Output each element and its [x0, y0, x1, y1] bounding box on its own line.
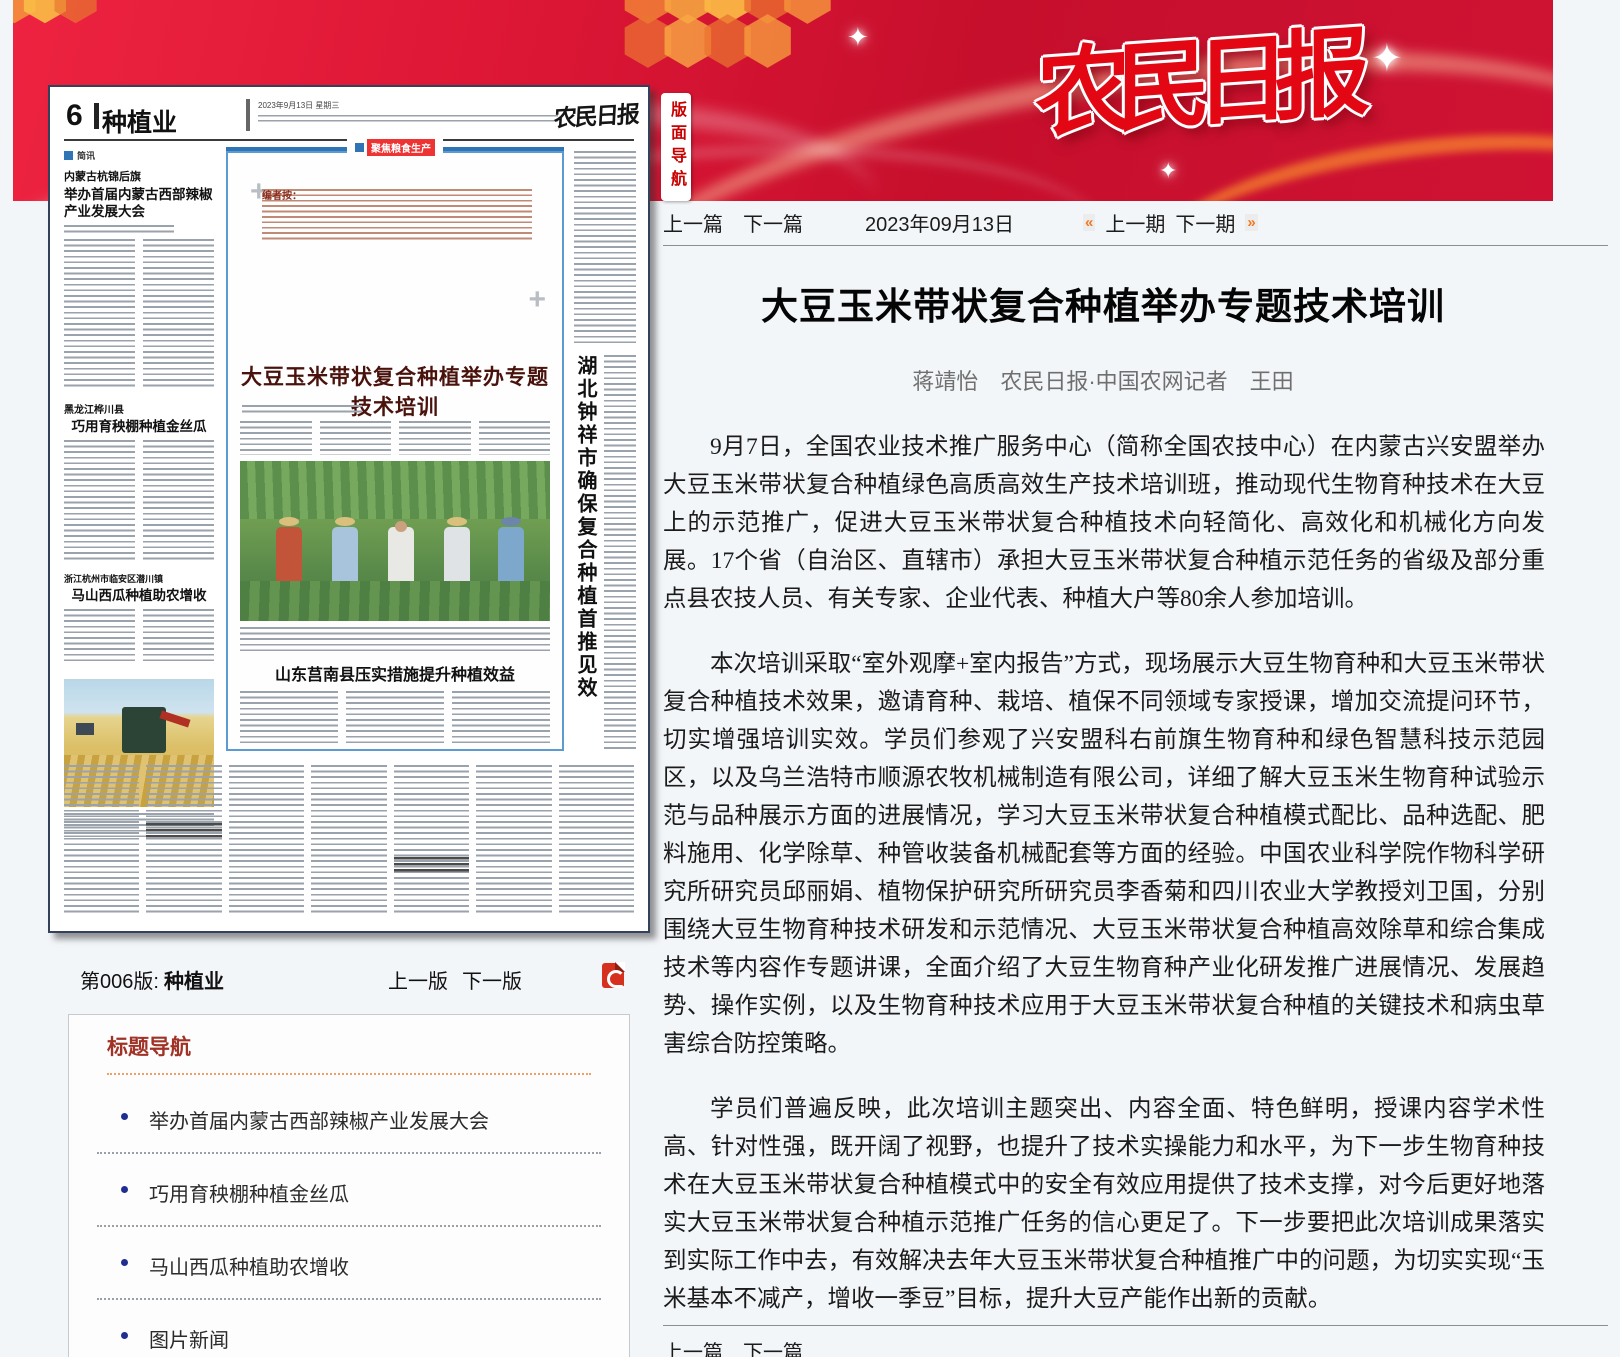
- bullet-icon: [121, 1186, 128, 1193]
- prev-article-link[interactable]: 上一篇: [663, 208, 723, 237]
- thumb-fake-text: [240, 691, 550, 743]
- thumb-article4-title: 山东莒南县压实措施提升种植效益: [238, 661, 552, 685]
- pdf-icon[interactable]: [602, 963, 624, 988]
- article-byline: 蒋靖怡 农民日报·中国农网记者 王田: [663, 364, 1543, 396]
- editor-note-label: 编者按：: [262, 187, 302, 202]
- article-bottom-toolbar: 上一篇 下一篇: [663, 1336, 803, 1357]
- focus-tag: 聚焦粮食生产: [347, 139, 443, 156]
- thumb-article3-location: 浙江杭州市临安区潜川镇: [64, 572, 214, 585]
- thumb-masthead-info-lines: [258, 115, 558, 125]
- nav-item-article-3[interactable]: 马山西瓜种植助农增收: [97, 1227, 601, 1300]
- thumb-bottom-section: [64, 765, 634, 915]
- orange-dotted-divider: [107, 1073, 591, 1075]
- hexagon-decoration: ⬢⬢ ⬢⬢ ⬢ ⬢⬢ ⬢⬢: [628, 0, 1048, 62]
- thumb-article3-title: 马山西瓜种植助农增收: [64, 587, 214, 604]
- thumb-fake-text: [64, 609, 214, 663]
- thumb-focus-section: 聚焦粮食生产 + + 编者按： 大豆玉米带状复合种植举办专题技术培训 山东莒南县…: [226, 151, 564, 751]
- thumb-article1-title: 举办首届内蒙古西部辣椒产业发展大会: [64, 186, 214, 220]
- toolbar-divider: [663, 245, 1608, 246]
- bullet-icon: [121, 1259, 128, 1266]
- brief-icon: [64, 151, 73, 160]
- nav-item-article-4[interactable]: 图片新闻: [97, 1300, 601, 1357]
- thumb-fake-text: [64, 440, 214, 560]
- thumb-article2-title: 巧用育秧棚种植金丝瓜: [64, 418, 214, 435]
- article-paragraph: 本次培训采取“室外观摩+室内报告”方式，现场展示大豆生物育种和大豆玉米带状复合种…: [663, 645, 1545, 1063]
- thumb-fake-text: [604, 355, 636, 751]
- thumb-page-number: 6: [66, 99, 83, 133]
- thumb-header-divider: [246, 99, 250, 131]
- article-top-toolbar: 上一篇 下一篇 2023年09月13日 « 上一期 下一期 »: [663, 208, 1608, 234]
- nav-item-article-2[interactable]: 巧用育秧棚种植金丝瓜: [97, 1154, 601, 1227]
- next-article-link[interactable]: 下一篇: [743, 208, 803, 237]
- soybean-foreground: [240, 581, 550, 621]
- thumb-brief-label: 简讯: [64, 149, 214, 162]
- editor-note-text: [262, 189, 532, 241]
- page-navigation-vertical-label: 版面导航: [661, 93, 691, 201]
- title-navigation-header: 标题导航: [107, 1031, 629, 1061]
- prev-article-link-bottom[interactable]: 上一篇: [663, 1336, 723, 1357]
- thumb-left-column: 简讯 内蒙古杭锦后旗 举办首届内蒙古西部辣椒产业发展大会 黑龙江桦川县 巧用育秧…: [64, 149, 214, 663]
- field-group-photo: [240, 461, 550, 621]
- thumb-masthead-logo: 农民日报: [553, 95, 639, 134]
- corn-background: [240, 461, 550, 519]
- thumb-section-name: 种植业: [102, 103, 177, 139]
- bullet-icon: [121, 1332, 128, 1339]
- page-navigation-vertical-text: 版面导航: [664, 101, 688, 193]
- edition-name: 种植业: [164, 965, 224, 994]
- hexagon-decoration: ⬢⬢⬢: [13, 0, 91, 26]
- nav-item-article-1[interactable]: 举办首届内蒙古西部辣椒产业发展大会: [97, 1081, 601, 1154]
- thumb-subhead-bar: [394, 857, 469, 873]
- next-page-link[interactable]: 下一版: [462, 965, 522, 994]
- article-body: 9月7日，全国农业技术推广服务中心（简称全国农技中心）在内蒙古兴安盟举办大豆玉米…: [663, 428, 1545, 1345]
- thumb-subhead-bar: [146, 823, 221, 839]
- bullet-icon: [121, 1113, 128, 1120]
- tractor: [76, 723, 94, 735]
- prev-issue-link[interactable]: 上一期: [1105, 208, 1165, 237]
- thumb-fake-text: [574, 151, 636, 347]
- thumb-vertical-headline: 湖北钟祥市确保复合种植首推见效: [572, 355, 598, 701]
- editor-note: 编者按：: [262, 187, 532, 241]
- next-article-link-bottom[interactable]: 下一篇: [743, 1336, 803, 1357]
- harvester-machine: [122, 707, 166, 753]
- next-issue-icon[interactable]: »: [1245, 214, 1257, 231]
- newspaper-page-thumbnail[interactable]: 6 种植业 2023年9月13日 星期三 农民日报 简讯 内蒙古杭锦后旗 举办首…: [48, 85, 650, 933]
- thumb-article2-location: 黑龙江桦川县: [64, 401, 214, 416]
- next-issue-link[interactable]: 下一期: [1175, 208, 1235, 237]
- sparkle-icon: ✦: [1371, 36, 1403, 81]
- sparkle-icon: ✦: [847, 22, 869, 53]
- issue-date: 2023年09月13日: [865, 208, 1014, 237]
- thumb-header-divider: [94, 103, 99, 129]
- focus-tag-icon: [355, 143, 364, 152]
- edition-label: 第006版:: [80, 965, 159, 994]
- thumb-article1-location: 内蒙古杭锦后旗: [64, 168, 214, 184]
- thumb-date-line: 2023年9月13日 星期三: [258, 100, 339, 111]
- title-navigation-list: 举办首届内蒙古西部辣椒产业发展大会 巧用育秧棚种植金丝瓜 马山西瓜种植助农增收 …: [97, 1081, 601, 1357]
- article-paragraph: 学员们普遍反映，此次培训主题突出、内容全面、特色鲜明，授课内容学术性高、针对性强…: [663, 1090, 1545, 1318]
- thumb-fake-text: [64, 239, 214, 389]
- edition-row: 第006版: 种植业 上一版 下一版: [80, 965, 625, 993]
- title-navigation-panel: 标题导航 举办首届内蒙古西部辣椒产业发展大会 巧用育秧棚种植金丝瓜 马山西瓜种植…: [68, 1014, 630, 1357]
- prev-issue-icon[interactable]: «: [1083, 214, 1095, 231]
- article-title: 大豆玉米带状复合种植举办专题技术培训: [663, 276, 1543, 330]
- newspaper-masthead-logo: 农民日报: [1035, 0, 1354, 156]
- prev-page-link[interactable]: 上一版: [388, 965, 448, 994]
- sparkle-icon: ✦: [1159, 158, 1177, 184]
- thumb-fake-text: [64, 225, 174, 233]
- crop-mark: +: [528, 283, 546, 317]
- thumb-mini-byline: [242, 405, 362, 413]
- thumb-fake-text: [240, 421, 550, 455]
- bottom-divider: [663, 1325, 1608, 1326]
- thumb-photo1-caption: [240, 627, 550, 653]
- article-paragraph: 9月7日，全国农业技术推广服务中心（简称全国农技中心）在内蒙古兴安盟举办大豆玉米…: [663, 428, 1545, 618]
